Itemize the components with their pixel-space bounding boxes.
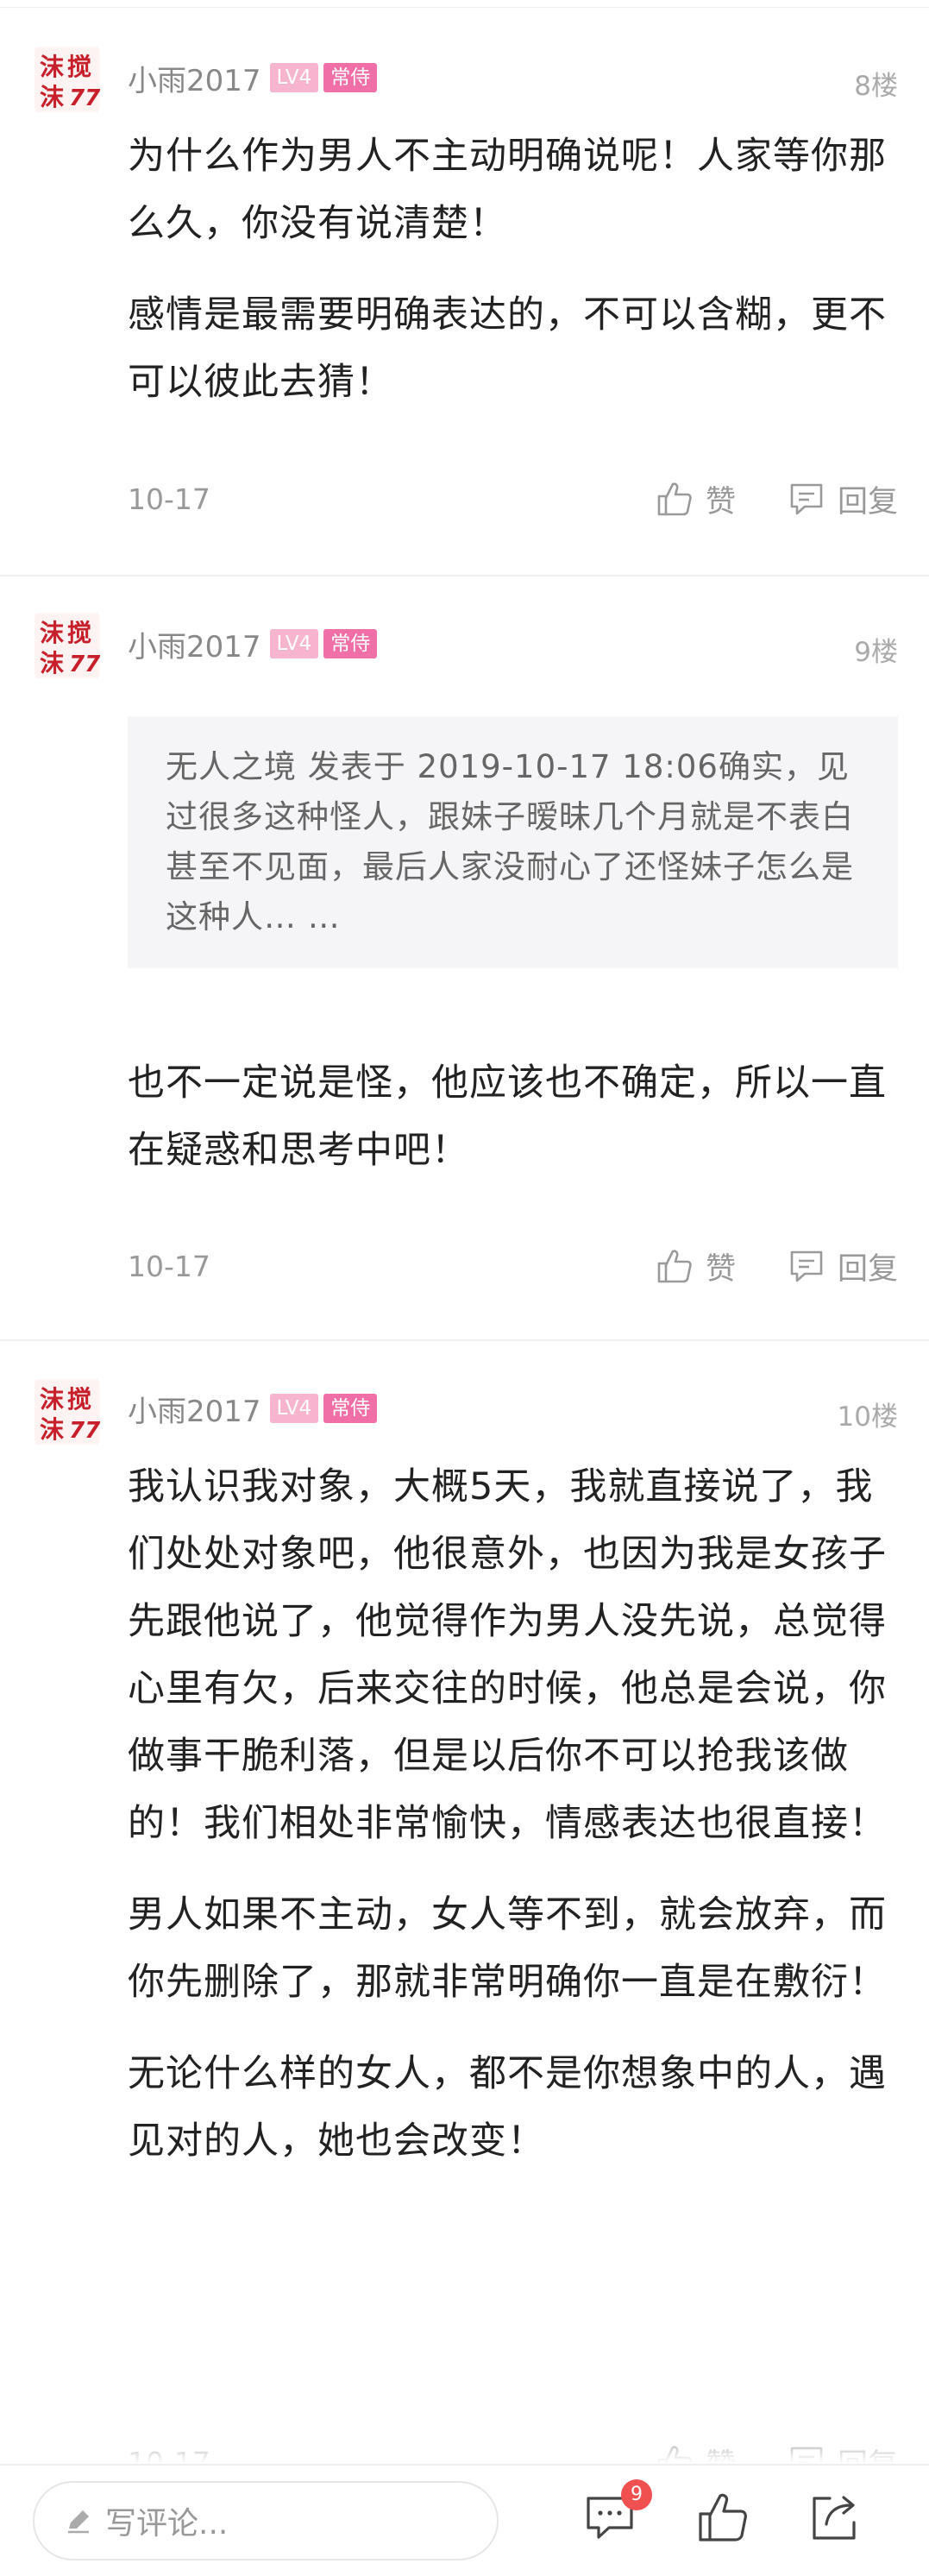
- level-badge: LV4: [269, 1394, 319, 1423]
- like-post-button[interactable]: [695, 2490, 750, 2545]
- floor-number: 10楼: [837, 1401, 898, 1433]
- username[interactable]: 小雨2017: [128, 1388, 261, 1430]
- post-date: 10-17: [128, 1249, 210, 1283]
- post-content: 为什么作为男人不主动明确说呢！人家等你那么久，你没有说清楚！ 感情是最需要明确表…: [128, 123, 898, 440]
- reply-button[interactable]: 回复: [788, 477, 898, 521]
- floor-number: 8楼: [854, 71, 898, 102]
- user-info: 小雨2017 LV4 常侍: [128, 57, 382, 99]
- like-button[interactable]: 赞: [656, 1244, 736, 1288]
- avatar[interactable]: 沫 搅 沫 77: [35, 47, 100, 112]
- reply-label: 回复: [837, 1251, 898, 1287]
- post-content: 我认识我对象，大概5天，我就直接说了，我们处处对象吧，他很意外，也因为我是女孩子…: [128, 1453, 898, 2199]
- rank-badge: 常侍: [323, 629, 378, 658]
- svg-text:沫: 沫: [40, 619, 64, 647]
- share-button[interactable]: [807, 2490, 863, 2545]
- post-date: 10-17: [128, 482, 210, 516]
- reply-button[interactable]: 回复: [788, 1244, 898, 1288]
- comment-count-badge: 9: [621, 2479, 652, 2510]
- bottom-action-bar: 写评论... 9: [0, 2464, 929, 2576]
- user-info: 小雨2017 LV4 常侍: [128, 623, 382, 665]
- post-meta: 10-17 赞 回复: [128, 477, 898, 520]
- post-content: 也不一定说是怪，他应该也不确定，所以一直在疑惑和思考中吧！: [128, 1049, 898, 1208]
- reply-label: 回复: [837, 484, 898, 520]
- svg-text:搅: 搅: [67, 619, 91, 647]
- avatar[interactable]: 沫 搅 沫 77: [35, 1379, 100, 1445]
- scroll-fade: [0, 2429, 929, 2466]
- svg-text:沫: 沫: [40, 1415, 64, 1444]
- svg-text:沫: 沫: [40, 53, 64, 81]
- top-divider: [0, 0, 929, 8]
- svg-text:沫: 沫: [40, 649, 64, 677]
- quoted-post[interactable]: 无人之境 发表于 2019-10-17 18:06确实，见过很多这种怪人，跟妹子…: [128, 716, 898, 968]
- reply-icon: [790, 1250, 823, 1282]
- avatar[interactable]: 沫 搅 沫 77: [35, 613, 100, 678]
- svg-text:77: 77: [69, 652, 100, 677]
- like-label: 赞: [705, 1251, 736, 1287]
- username[interactable]: 小雨2017: [128, 57, 261, 99]
- post-paragraph: 为什么作为男人不主动明确说呢！人家等你那么久，你没有说清楚！: [128, 135, 887, 245]
- like-icon: [657, 482, 692, 516]
- like-icon: [657, 1250, 692, 1283]
- like-icon: [699, 2493, 747, 2541]
- post-paragraph: 男人如果不主动，女人等不到，就会放弃，而你先删除了，那就非常明确你一直是在敷衍！: [128, 1893, 887, 2004]
- post-floor-10: 沫 搅 沫 77 小雨2017 LV4 常侍 10楼 我认识我对象，大概5天，我…: [0, 1341, 929, 2574]
- reply-icon: [790, 483, 823, 515]
- svg-text:77: 77: [69, 85, 100, 111]
- share-icon: [813, 2496, 856, 2540]
- post-content: 无人之境 发表于 2019-10-17 18:06确实，见过很多这种怪人，跟妹子…: [128, 716, 898, 968]
- svg-text:搅: 搅: [67, 1385, 91, 1414]
- like-label: 赞: [705, 484, 736, 520]
- level-badge: LV4: [269, 63, 319, 92]
- post-paragraph: 我认识我对象，大概5天，我就直接说了，我们处处对象吧，他很意外，也因为我是女孩子…: [128, 1465, 887, 1845]
- post-meta: 10-17 赞 回复: [128, 1244, 898, 1288]
- post-floor-9: 沫 搅 沫 77 小雨2017 LV4 常侍 9楼 无人之境 发表于 2019-…: [0, 576, 929, 1341]
- like-button[interactable]: 赞: [656, 477, 736, 521]
- floor-number: 9楼: [854, 637, 898, 668]
- comment-input[interactable]: 写评论...: [33, 2481, 499, 2560]
- user-info: 小雨2017 LV4 常侍: [128, 1388, 382, 1430]
- svg-text:沫: 沫: [40, 1385, 64, 1414]
- comment-placeholder: 写评论...: [105, 2506, 229, 2541]
- post-floor-8: 沫 搅 沫 77 小雨2017 LV4 常侍 8楼 为什么作为男人不主动明确说呢…: [0, 9, 929, 576]
- username[interactable]: 小雨2017: [128, 623, 261, 665]
- rank-badge: 常侍: [323, 63, 378, 92]
- pencil-icon: [68, 2510, 89, 2534]
- svg-text:搅: 搅: [67, 53, 91, 81]
- post-paragraph: 感情是最需要明确表达的，不可以含糊，更不可以彼此去猜！: [128, 293, 887, 404]
- comments-button[interactable]: 9: [583, 2479, 652, 2545]
- svg-text:77: 77: [69, 1418, 100, 1444]
- level-badge: LV4: [269, 629, 319, 658]
- post-paragraph: 也不一定说是怪，他应该也不确定，所以一直在疑惑和思考中吧！: [128, 1061, 887, 1172]
- svg-text:沫: 沫: [40, 83, 64, 111]
- rank-badge: 常侍: [323, 1394, 378, 1423]
- post-paragraph: 无论什么样的女人，都不是你想象中的人，遇见对的人，她也会改变！: [128, 2052, 887, 2163]
